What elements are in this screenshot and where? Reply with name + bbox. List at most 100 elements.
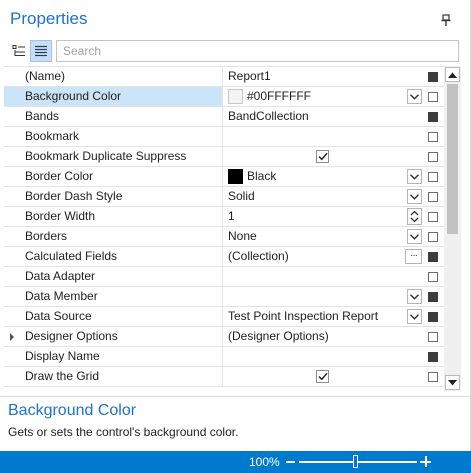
zoom-slider-thumb[interactable] <box>352 455 358 468</box>
property-value[interactable] <box>224 347 424 366</box>
property-default-marker[interactable] <box>428 152 438 162</box>
zoom-in-button[interactable] <box>420 456 431 467</box>
property-name[interactable]: (Name) <box>4 67 223 86</box>
property-row-bands[interactable]: Bands BandCollection <box>4 107 444 127</box>
property-default-marker[interactable] <box>428 92 438 102</box>
property-value-text: Report1 <box>228 69 271 83</box>
property-name[interactable]: Border Color <box>4 167 223 186</box>
property-name[interactable]: Bookmark Duplicate Suppress <box>4 147 223 166</box>
property-value[interactable]: BandCollection <box>224 107 424 126</box>
checkbox[interactable] <box>316 150 329 163</box>
property-name[interactable]: Background Color <box>4 87 223 106</box>
property-name[interactable]: Border Dash Style <box>4 187 223 206</box>
dropdown-button[interactable] <box>407 169 422 184</box>
property-value-text: #00FFFFFF <box>247 89 312 103</box>
chevron-up-icon <box>448 72 457 78</box>
dropdown-button[interactable] <box>407 289 422 304</box>
property-value-text: Solid <box>228 189 255 203</box>
property-set-marker[interactable] <box>428 312 438 322</box>
zoom-out-button[interactable] <box>286 461 295 463</box>
property-value[interactable]: None <box>224 227 424 246</box>
checkmark-icon <box>317 152 328 161</box>
description-text: Gets or sets the control's background co… <box>8 425 239 439</box>
toolbar <box>0 38 471 64</box>
property-value[interactable]: #00FFFFFF <box>224 87 424 106</box>
property-value[interactable]: (Designer Options) <box>224 327 424 346</box>
search-input[interactable] <box>56 40 459 62</box>
property-name[interactable]: Data Source <box>4 307 223 326</box>
ellipsis-button[interactable]: ··· <box>405 249 422 264</box>
property-row-display-name[interactable]: Display Name <box>4 347 444 367</box>
property-row-border-dash-style[interactable]: Border Dash Style Solid <box>4 187 444 207</box>
property-name[interactable]: Draw the Grid <box>4 367 223 386</box>
property-set-marker[interactable] <box>428 112 438 122</box>
property-value[interactable] <box>224 147 424 166</box>
property-row-data-adapter[interactable]: Data Adapter <box>4 267 444 287</box>
property-value[interactable]: (Collection) ··· <box>224 247 424 266</box>
pin-icon[interactable] <box>439 13 453 27</box>
property-name[interactable]: Data Adapter <box>4 267 223 286</box>
property-set-marker[interactable] <box>428 72 438 82</box>
property-row-designer-options[interactable]: Designer Options (Designer Options) <box>4 327 444 347</box>
description-title: Background Color <box>8 402 137 419</box>
expand-arrow-icon[interactable] <box>10 333 14 341</box>
property-value[interactable]: 1 <box>224 207 424 226</box>
property-row-calculated-fields[interactable]: Calculated Fields (Collection) ··· <box>4 247 444 267</box>
property-default-marker[interactable] <box>428 232 438 242</box>
property-row-bookmark-duplicate-suppress[interactable]: Bookmark Duplicate Suppress <box>4 147 444 167</box>
property-name[interactable]: Borders <box>4 227 223 246</box>
scroll-down-button[interactable] <box>445 375 460 390</box>
property-name[interactable]: Data Member <box>4 287 223 306</box>
property-default-marker[interactable] <box>428 132 438 142</box>
property-value[interactable] <box>224 367 424 386</box>
checkbox[interactable] <box>316 370 329 383</box>
property-row-borders[interactable]: Borders None <box>4 227 444 247</box>
scroll-up-button[interactable] <box>445 67 460 82</box>
property-value-text: 1 <box>228 209 235 223</box>
vertical-scrollbar[interactable] <box>444 66 461 391</box>
property-value[interactable] <box>224 267 424 286</box>
property-default-marker[interactable] <box>428 272 438 282</box>
property-default-marker[interactable] <box>428 212 438 222</box>
scroll-thumb[interactable] <box>447 84 458 234</box>
property-row-data-source[interactable]: Data Source Test Point Inspection Report <box>4 307 444 327</box>
dropdown-button[interactable] <box>407 229 422 244</box>
property-row-border-width[interactable]: Border Width 1 <box>4 207 444 227</box>
property-set-marker[interactable] <box>428 252 438 262</box>
dropdown-button[interactable] <box>407 89 422 104</box>
categorized-view-button[interactable] <box>8 40 30 62</box>
panel-title: Properties <box>10 9 88 28</box>
property-value[interactable]: Solid <box>224 187 424 206</box>
property-value[interactable] <box>224 127 424 146</box>
property-name[interactable]: Bands <box>4 107 223 126</box>
alphabetical-view-button[interactable] <box>30 40 52 62</box>
property-name[interactable]: Border Width <box>4 207 223 226</box>
chevron-down-icon <box>448 379 457 385</box>
property-default-marker[interactable] <box>428 172 438 182</box>
dropdown-button[interactable] <box>407 309 422 324</box>
property-name[interactable]: Calculated Fields <box>4 247 223 266</box>
property-default-marker[interactable] <box>428 372 438 382</box>
property-name[interactable]: Bookmark <box>4 127 223 146</box>
property-name[interactable]: Designer Options <box>4 327 223 346</box>
property-set-marker[interactable] <box>428 292 438 302</box>
property-value[interactable] <box>224 287 424 306</box>
property-row-bookmark[interactable]: Bookmark <box>4 127 444 147</box>
dropdown-button[interactable] <box>407 189 422 204</box>
property-value[interactable]: Report1 <box>224 67 424 86</box>
spin-button[interactable] <box>407 208 422 225</box>
property-row-name[interactable]: (Name) Report1 <box>4 67 444 87</box>
property-row-draw-the-grid[interactable]: Draw the Grid <box>4 367 444 387</box>
property-name[interactable]: Display Name <box>4 347 223 366</box>
property-default-marker[interactable] <box>428 332 438 342</box>
property-row-data-member[interactable]: Data Member <box>4 287 444 307</box>
zoom-slider-track[interactable] <box>299 461 417 463</box>
property-row-border-color[interactable]: Border Color Black <box>4 167 444 187</box>
property-grid: (Name) Report1 Background Color #00FFFFFF Ba… <box>4 66 444 391</box>
property-default-marker[interactable] <box>428 192 438 202</box>
property-set-marker[interactable] <box>428 352 438 362</box>
property-value[interactable]: Black <box>224 167 424 186</box>
property-value[interactable]: Test Point Inspection Report <box>224 307 424 326</box>
alphabetical-view-icon <box>35 45 47 57</box>
property-row-background-color[interactable]: Background Color #00FFFFFF <box>4 87 444 107</box>
